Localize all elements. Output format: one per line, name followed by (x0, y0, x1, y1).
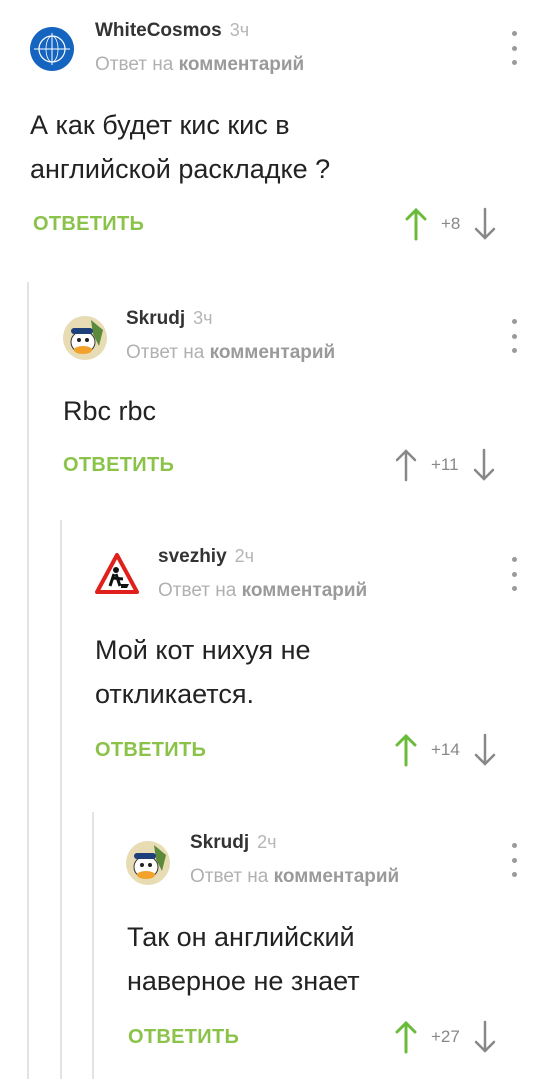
comment: Skrudj 2ч Ответ на комментарий Так он анг… (0, 0, 546, 1079)
downvote-arrow-icon[interactable] (474, 1020, 496, 1054)
reply-button[interactable]: ОТВЕТИТЬ (128, 1026, 239, 1049)
vote-controls: +27 (395, 1020, 496, 1054)
duck-cartoon-icon (126, 841, 170, 885)
reply-to-label: Ответ на комментарий (190, 866, 400, 887)
avatar[interactable] (126, 841, 170, 885)
score: +27 (431, 1027, 460, 1046)
reply-to-link[interactable]: комментарий (274, 866, 400, 887)
upvote-arrow-icon[interactable] (395, 1020, 417, 1054)
comment-menu-icon[interactable] (509, 843, 519, 877)
comment-text: Так он английский наверное не знает (127, 922, 360, 996)
author-name[interactable]: Skrudj 2ч (190, 832, 277, 854)
comment-time: 2ч (257, 832, 277, 852)
